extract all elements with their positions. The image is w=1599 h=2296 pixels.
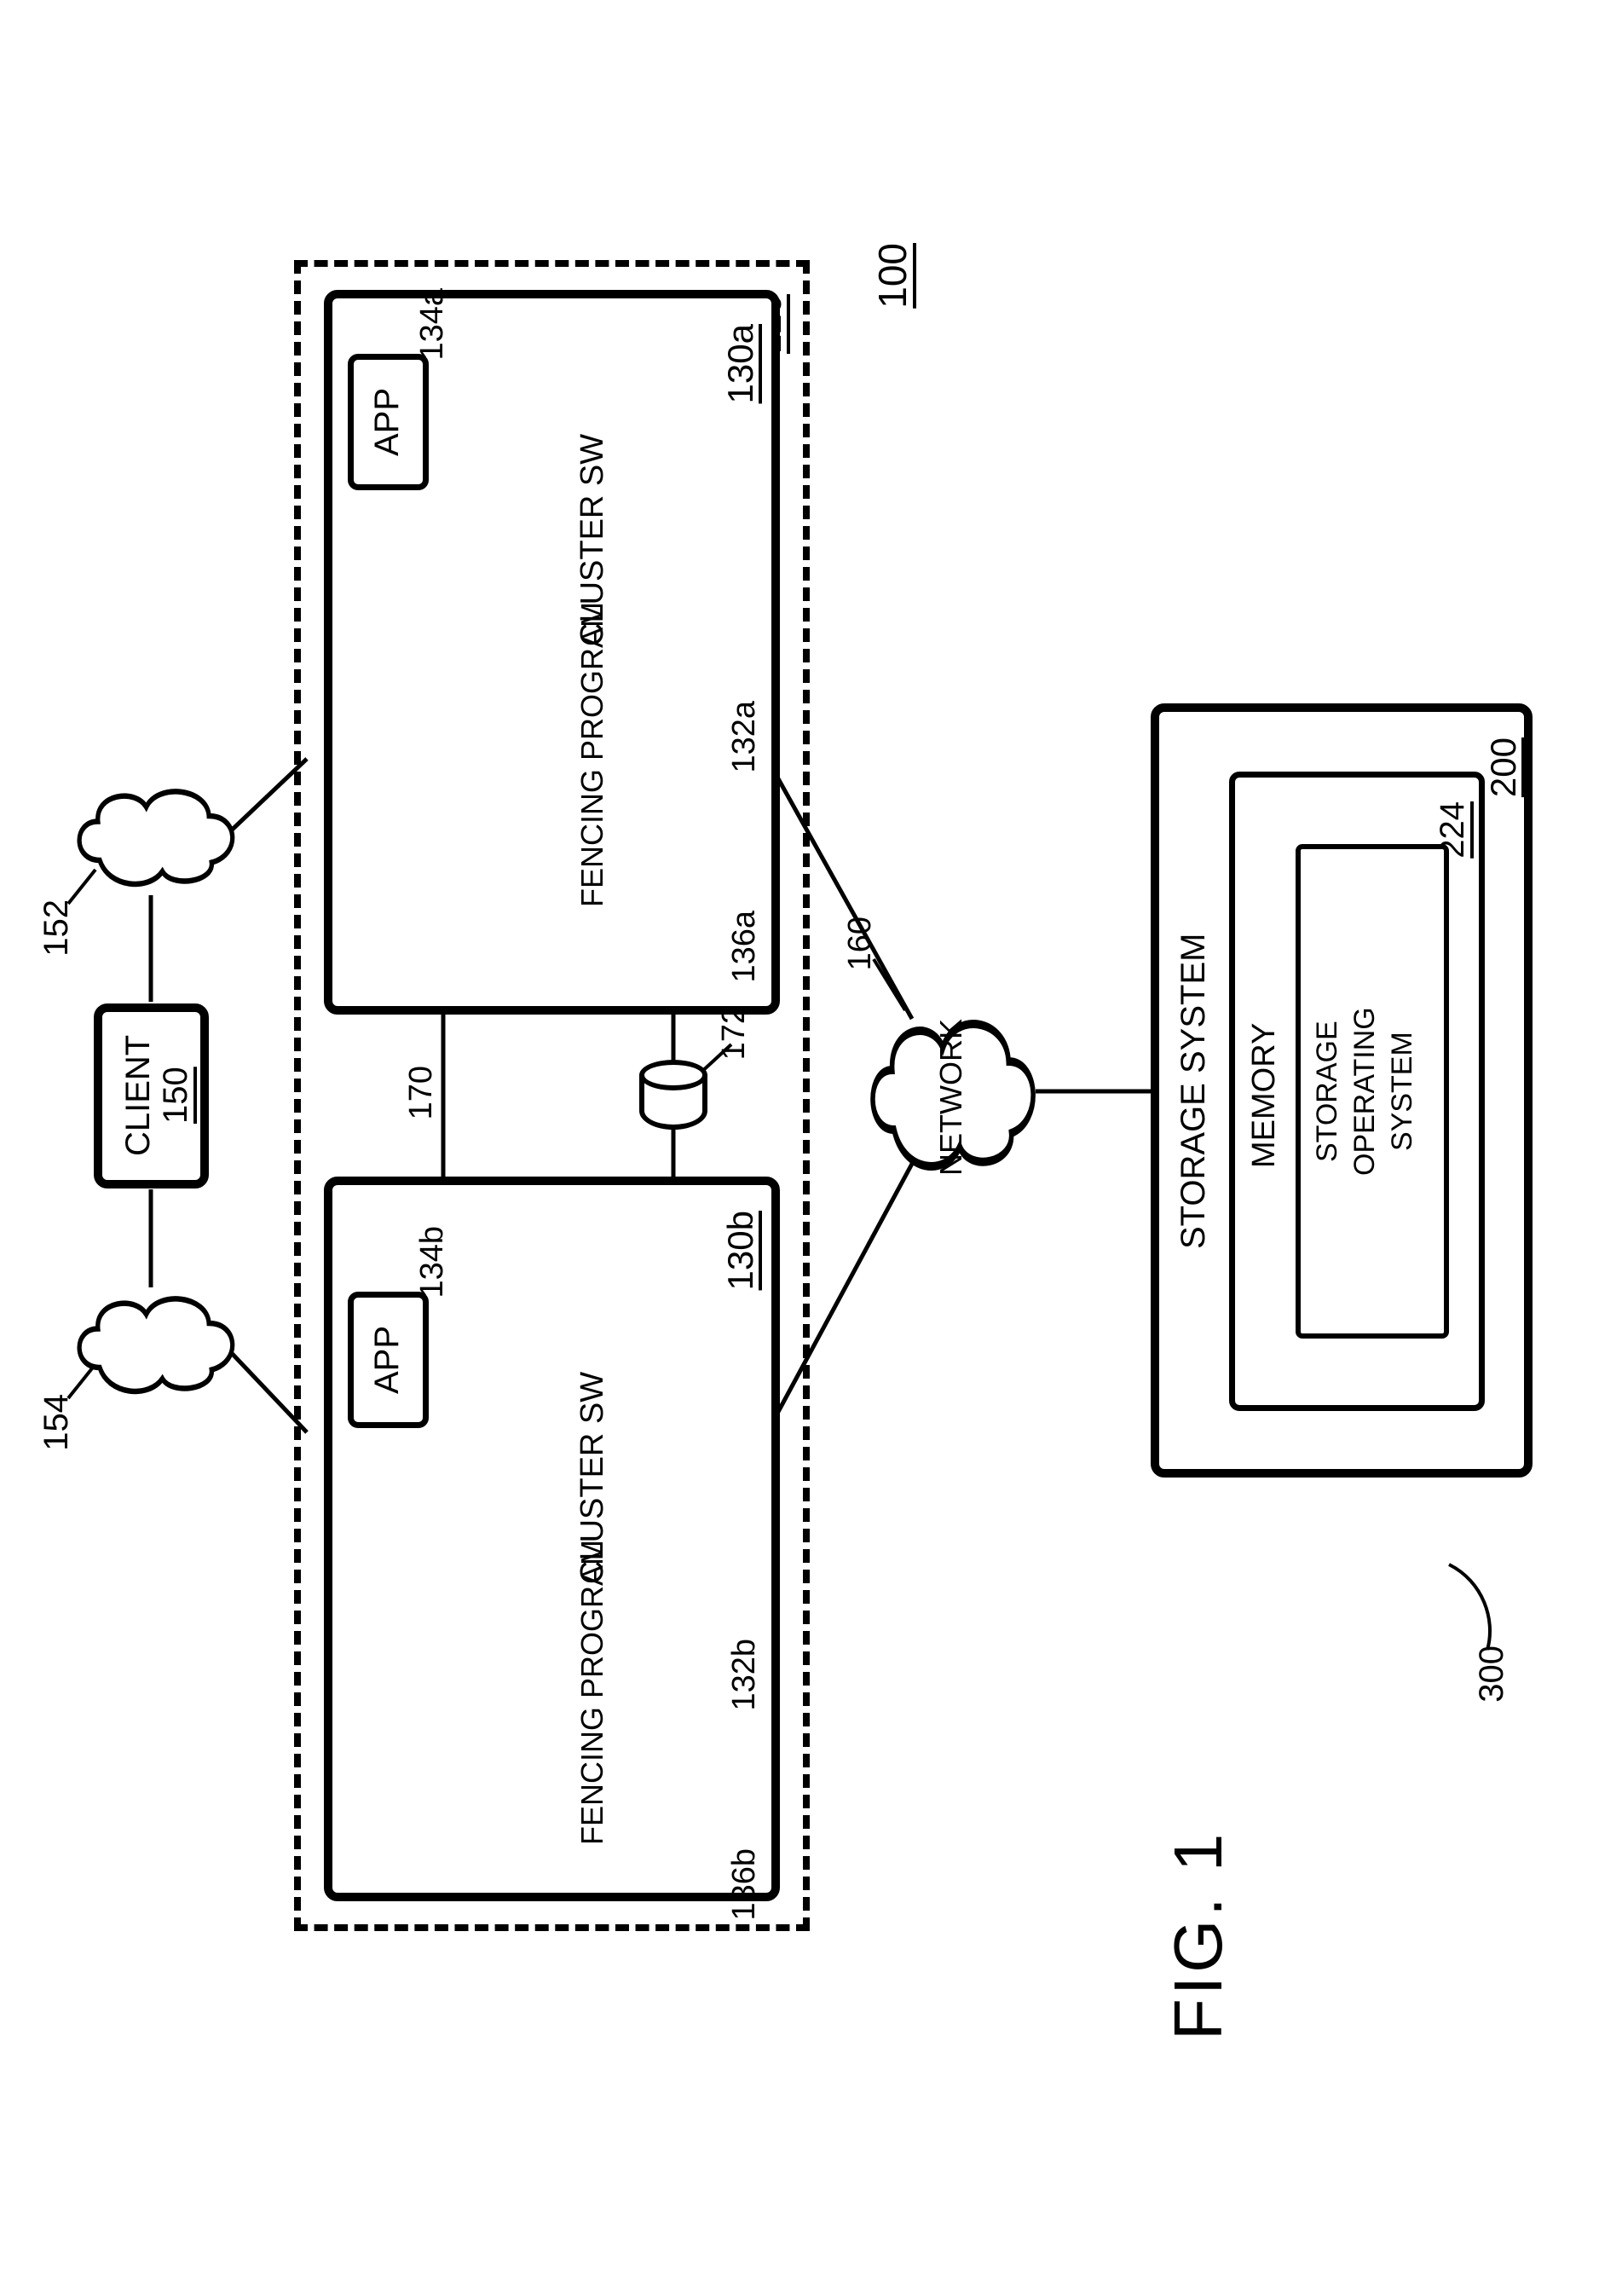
ref-154: 154 bbox=[38, 1394, 76, 1451]
storage-system-ref: 200 bbox=[1483, 737, 1524, 797]
client-label: CLIENT bbox=[119, 1023, 158, 1168]
ref-152: 152 bbox=[38, 899, 76, 957]
storage-os-line2: OPERATING bbox=[1348, 989, 1382, 1194]
node-a-app-ref: 134a bbox=[414, 288, 451, 361]
node-b-ref: 130b bbox=[720, 1211, 761, 1290]
quorum-ref: 172 bbox=[716, 1006, 753, 1060]
client-ref: 150 bbox=[157, 1061, 195, 1130]
quorum-cylinder-top bbox=[639, 1060, 707, 1090]
node-a-fencing-label: FENCING PROGRAM bbox=[574, 597, 610, 912]
memory-label: MEMORY bbox=[1246, 1015, 1283, 1177]
node-a-app-label: APP bbox=[368, 375, 407, 469]
figure-caption: FIG. 1 bbox=[1159, 1782, 1238, 2089]
node-a-clustersw-ref: 132a bbox=[726, 701, 763, 773]
ref-100: 100 bbox=[869, 243, 915, 309]
network-label: NETWORK bbox=[933, 1015, 969, 1181]
node-b-box bbox=[324, 1177, 780, 1901]
node-a-fencing-ref: 136a bbox=[726, 911, 763, 983]
storage-os-line1: STORAGE bbox=[1311, 1010, 1344, 1172]
node-b-fencing-label: FENCING PROGRAM bbox=[574, 1535, 610, 1850]
heartbeat-ref: 170 bbox=[403, 1066, 440, 1119]
node-a-ref: 130a bbox=[720, 324, 761, 403]
node-b-clustersw-ref: 132b bbox=[726, 1639, 763, 1711]
network-ref: 160 bbox=[842, 917, 879, 970]
storage-os-ref: 300 bbox=[1473, 1645, 1511, 1703]
node-b-app-label: APP bbox=[368, 1313, 407, 1407]
storage-system-label: STORAGE SYSTEM bbox=[1175, 942, 1213, 1249]
diagram-page: 100 CLIENT 150 152 154 120 130a APP 134a… bbox=[0, 0, 1599, 2296]
storage-os-line3: SYSTEM bbox=[1386, 1023, 1419, 1160]
node-b-app-ref: 134b bbox=[414, 1226, 451, 1298]
node-b-fencing-ref: 136b bbox=[726, 1848, 763, 1921]
